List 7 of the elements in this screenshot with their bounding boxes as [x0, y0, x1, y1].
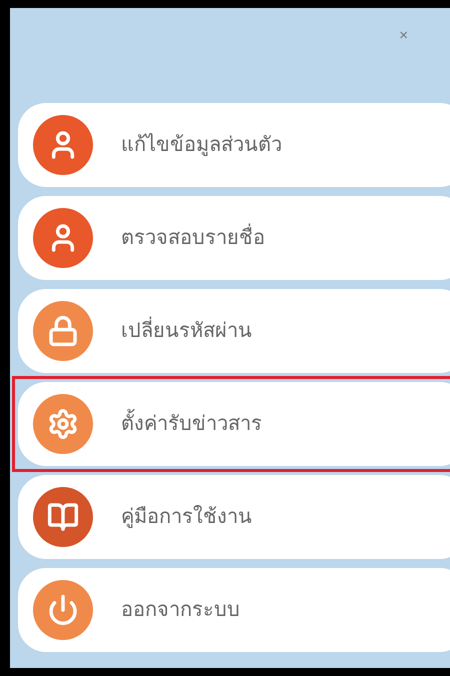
menu-item[interactable]: แก้ไขข้อมูลส่วนตัว	[18, 103, 450, 187]
menu-item[interactable]: ตั้งค่ารับข่าวสาร	[18, 382, 450, 466]
menu-item[interactable]: คู่มือการใช้งาน	[18, 475, 450, 559]
close-button[interactable]: ×	[395, 26, 412, 44]
menu-item[interactable]: ตรวจสอบรายชื่อ	[18, 196, 450, 280]
menu-item[interactable]: ออกจากระบบ	[18, 568, 450, 652]
menu-item[interactable]: เปลี่ยนรหัสผ่าน	[18, 289, 450, 373]
